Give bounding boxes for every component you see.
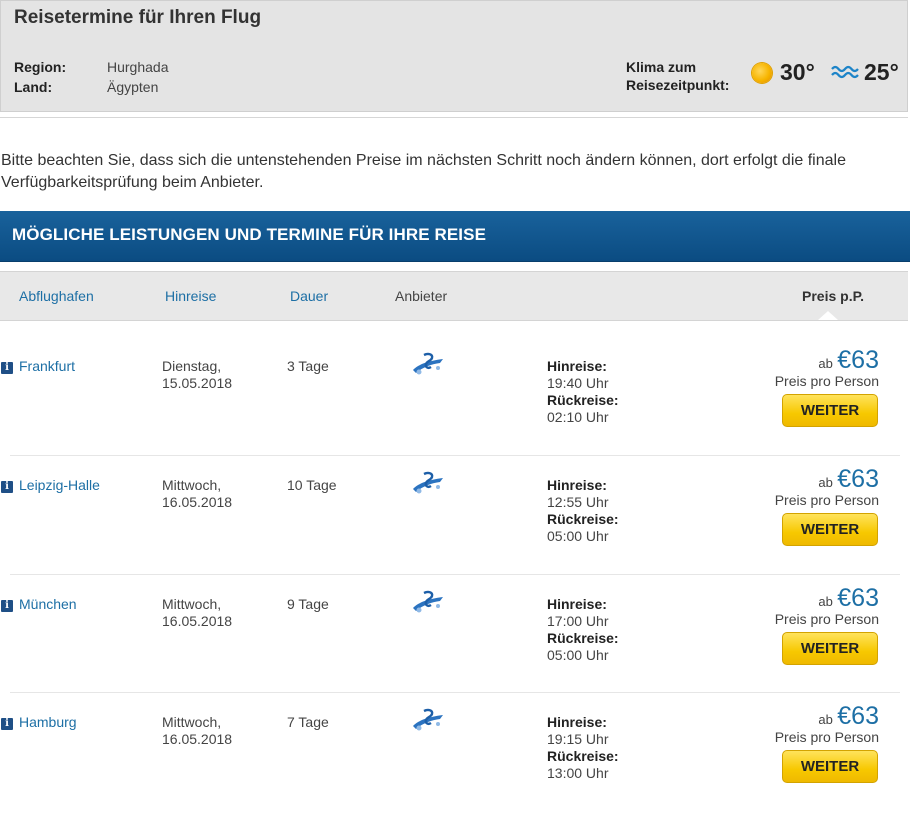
return-time: 13:00 Uhr: [547, 765, 609, 781]
flight-day: 16.05.2018: [162, 494, 233, 510]
return-time: 05:00 Uhr: [547, 528, 609, 544]
flight-weekday: Dienstag,: [162, 358, 222, 374]
flight-row: i Leipzig-Halle Mittwoch, 16.05.2018 10 …: [0, 465, 900, 593]
sort-indicator-icon: [818, 311, 838, 320]
outbound-time: 19:40 Uhr: [547, 375, 609, 391]
flight-date: Mittwoch, 16.05.2018: [162, 596, 232, 630]
section-title: MÖGLICHE LEISTUNGEN UND TERMINE FÜR IHRE…: [12, 225, 487, 244]
flight-times: Hinreise: 19:40 Uhr Rückreise: 02:10 Uhr: [547, 358, 619, 426]
climate-label-line2: Reisezeitpunkt:: [626, 77, 730, 93]
outbound-time: 19:15 Uhr: [547, 731, 609, 747]
page-title: Reisetermine für Ihren Flug: [14, 7, 262, 28]
flight-weekday: Mittwoch,: [162, 477, 222, 493]
flight-day: 16.05.2018: [162, 731, 233, 747]
info-icon[interactable]: i: [1, 362, 13, 374]
sun-icon: [752, 63, 772, 83]
outbound-label: Hinreise:: [547, 714, 607, 730]
continue-button[interactable]: WEITER: [782, 632, 878, 665]
country-value: Ägypten: [107, 79, 159, 95]
provider-logo-icon: [413, 471, 443, 494]
flight-times: Hinreise: 19:15 Uhr Rückreise: 13:00 Uhr: [547, 714, 619, 782]
column-provider: Anbieter: [395, 288, 448, 304]
price: ab €63: [818, 465, 879, 494]
price-per-person-label: Preis pro Person: [774, 729, 879, 745]
return-time: 02:10 Uhr: [547, 409, 609, 425]
price-per-person-label: Preis pro Person: [774, 611, 879, 627]
column-outbound-sort[interactable]: Hinreise: [165, 288, 216, 304]
airport-link[interactable]: Frankfurt: [19, 358, 75, 374]
return-time: 05:00 Uhr: [547, 647, 609, 663]
outbound-label: Hinreise:: [547, 596, 607, 612]
provider-logo-icon: [413, 352, 443, 375]
flight-times: Hinreise: 12:55 Uhr Rückreise: 05:00 Uhr: [547, 477, 619, 545]
outbound-label: Hinreise:: [547, 477, 607, 493]
price-prefix: ab: [818, 356, 833, 371]
outbound-time: 17:00 Uhr: [547, 613, 609, 629]
trip-duration: 10 Tage: [287, 477, 337, 493]
flight-date: Dienstag, 15.05.2018: [162, 358, 232, 392]
airport-link[interactable]: Hamburg: [19, 714, 77, 730]
column-duration-sort[interactable]: Dauer: [290, 288, 328, 304]
flight-day: 16.05.2018: [162, 613, 233, 629]
return-label: Rückreise:: [547, 392, 619, 408]
climate-label-line1: Klima zum: [626, 59, 697, 75]
trip-duration: 9 Tage: [287, 596, 329, 612]
price: ab €63: [818, 702, 879, 731]
price-amount: €63: [837, 465, 879, 493]
country-label: Land:: [14, 79, 53, 95]
return-label: Rückreise:: [547, 630, 619, 646]
price-prefix: ab: [818, 712, 833, 727]
return-label: Rückreise:: [547, 748, 619, 764]
airport-link[interactable]: Leipzig-Halle: [19, 477, 100, 493]
flight-times: Hinreise: 17:00 Uhr Rückreise: 05:00 Uhr: [547, 596, 619, 664]
price-amount: €63: [837, 346, 879, 374]
column-price-sort[interactable]: Preis p.P.: [802, 288, 864, 304]
region-value: Hurghada: [107, 59, 169, 75]
info-icon[interactable]: i: [1, 481, 13, 493]
airport-link[interactable]: München: [19, 596, 77, 612]
price-per-person-label: Preis pro Person: [774, 492, 879, 508]
price-prefix: ab: [818, 475, 833, 490]
continue-button[interactable]: WEITER: [782, 750, 878, 783]
row-divider: [10, 692, 900, 693]
price-per-person-label: Preis pro Person: [774, 373, 879, 389]
return-label: Rückreise:: [547, 511, 619, 527]
flight-row: i Frankfurt Dienstag, 15.05.2018 3 Tage …: [0, 346, 900, 474]
provider-logo-icon: [413, 590, 443, 613]
flight-day: 15.05.2018: [162, 375, 233, 391]
divider: [0, 117, 908, 118]
trip-duration: 7 Tage: [287, 714, 329, 730]
table-header: Abflughafen Hinreise Dauer Anbieter Prei…: [0, 271, 908, 321]
outbound-label: Hinreise:: [547, 358, 607, 374]
continue-button[interactable]: WEITER: [782, 394, 878, 427]
row-divider: [10, 455, 900, 456]
flight-row: i München Mittwoch, 16.05.2018 9 Tage Hi…: [0, 584, 900, 712]
climate-label: Klima zum Reisezeitpunkt:: [626, 58, 729, 94]
section-header: MÖGLICHE LEISTUNGEN UND TERMINE FÜR IHRE…: [0, 211, 910, 262]
column-airport-sort[interactable]: Abflughafen: [19, 288, 94, 304]
price-notice: Bitte beachten Sie, dass sich die untens…: [1, 152, 846, 191]
region-label: Region:: [14, 59, 67, 75]
air-temperature: 30°: [780, 59, 815, 85]
flight-date: Mittwoch, 16.05.2018: [162, 714, 232, 748]
price: ab €63: [818, 584, 879, 613]
flight-date: Mittwoch, 16.05.2018: [162, 477, 232, 511]
provider-logo-icon: [413, 708, 443, 731]
info-icon[interactable]: i: [1, 600, 13, 612]
flight-row: i Hamburg Mittwoch, 16.05.2018 7 Tage Hi…: [0, 702, 900, 830]
destination-info-box: Reisetermine für Ihren Flug Region: Hurg…: [0, 0, 908, 112]
info-icon[interactable]: i: [1, 718, 13, 730]
price-amount: €63: [837, 702, 879, 730]
flight-weekday: Mittwoch,: [162, 714, 222, 730]
row-divider: [10, 574, 900, 575]
flight-weekday: Mittwoch,: [162, 596, 222, 612]
outbound-time: 12:55 Uhr: [547, 494, 609, 510]
water-temperature: 25°: [864, 59, 899, 85]
price-prefix: ab: [818, 594, 833, 609]
price-amount: €63: [837, 584, 879, 612]
trip-duration: 3 Tage: [287, 358, 329, 374]
waves-icon: [831, 65, 859, 79]
price: ab €63: [818, 346, 879, 375]
continue-button[interactable]: WEITER: [782, 513, 878, 546]
